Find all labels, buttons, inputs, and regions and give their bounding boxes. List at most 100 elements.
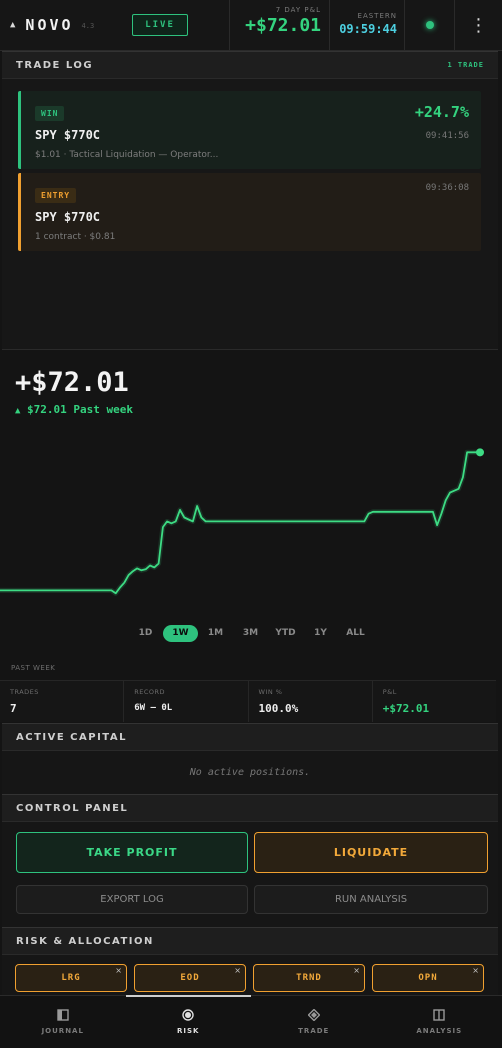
stats-row: TRADES 7 RECORD 6W — 0L WIN % 100.0% P&L… [0,680,496,722]
trade-log-title: TRADE LOG [16,59,94,71]
seven-day-pnl: 7 DAY P&L +$72.01 [230,0,330,50]
trade-count: 1 TRADE [447,61,484,69]
active-positions: No active positions. [2,751,498,794]
journal-icon [57,1009,69,1021]
connection-status [405,0,455,50]
nav-label: ANALYSIS [416,1027,463,1035]
live-badge[interactable]: LIVE [132,14,188,36]
trade-card-entry[interactable]: ENTRY SPY $770C 1 contract · $0.81 09:36… [18,173,481,251]
menu-button[interactable]: ⋮ [455,0,502,50]
nav-trade[interactable]: TRADE [251,996,377,1048]
close-icon[interactable]: × [353,966,361,975]
risk-chip-eod[interactable]: EOD × [134,964,246,992]
active-capital-title: ACTIVE CAPITAL [16,731,127,743]
stat-record: RECORD 6W — 0L [124,681,249,722]
brand-area: ▲ NOVO 4.3 LIVE [0,0,230,50]
trade-icon [307,1009,320,1021]
performance-change-text: $72.01 Past week [27,403,134,416]
range-1m[interactable]: 1M [198,625,233,642]
stat-value: 7 [10,702,17,715]
risk-chips: LRG × EOD × TRND × OPN × [2,955,498,995]
risk-header: RISK & ALLOCATION [2,927,498,955]
collapse-triangle-icon[interactable]: ▲ [10,20,15,30]
more-vertical-icon: ⋮ [469,14,488,36]
trade-card-win[interactable]: WIN SPY $770C $1.01 · Tactical Liquidati… [18,91,481,169]
trade-return: +24.7% [414,103,469,121]
trade-log-list: WIN SPY $770C $1.01 · Tactical Liquidati… [2,79,498,350]
bottom-nav: JOURNAL RISK TRADE ANALYSIS [0,995,502,1048]
trade-symbol: SPY $770C [35,210,101,224]
trade-detail: 1 contract · $0.81 [35,232,116,242]
range-3m[interactable]: 3M [233,625,268,642]
nav-journal[interactable]: JOURNAL [0,996,126,1048]
trade-time: 09:36:08 [425,183,469,193]
chip-label: TRND [296,973,322,983]
pnl-line-chart[interactable] [0,425,500,620]
trade-detail: $1.01 · Tactical Liquidation — Operator.… [35,150,219,160]
risk-chip-opn[interactable]: OPN × [372,964,484,992]
stat-win-rate: WIN % 100.0% [248,681,373,722]
take-profit-button[interactable]: TAKE PROFIT [16,832,248,873]
control-panel-title: CONTROL PANEL [16,802,129,814]
active-capital-header: ACTIVE CAPITAL [2,723,498,751]
trade-time: 09:41:56 [425,131,469,141]
control-panel-header: CONTROL PANEL [2,794,498,822]
eastern-clock: EASTERN 09:59:44 [330,0,405,50]
pnl-value: +$72.01 [245,15,321,36]
trade-log-header: TRADE LOG 1 TRADE [2,51,498,79]
close-icon[interactable]: × [115,966,123,975]
range-1d[interactable]: 1D [128,625,163,642]
stats-period: PAST WEEK [11,664,56,672]
range-ytd[interactable]: YTD [268,625,303,642]
range-all[interactable]: ALL [338,625,373,642]
run-analysis-button[interactable]: RUN ANALYSIS [254,885,488,914]
pnl-label: 7 DAY P&L [275,6,321,14]
control-panel: TAKE PROFIT LIQUIDATE EXPORT LOG RUN ANA… [2,822,498,928]
stat-label: P&L [382,688,397,696]
risk-chip-trnd[interactable]: TRND × [253,964,365,992]
risk-title: RISK & ALLOCATION [16,935,154,947]
stat-value: 100.0% [258,702,299,715]
export-log-button[interactable]: EXPORT LOG [16,885,248,914]
range-1y[interactable]: 1Y [303,625,338,642]
nav-risk[interactable]: RISK [125,995,252,1048]
nav-analysis[interactable]: ANALYSIS [377,996,502,1048]
series-glow [0,449,480,596]
stat-trades: TRADES 7 [0,681,125,722]
status-dot-icon [425,21,434,29]
trade-symbol: SPY $770C [35,128,101,142]
chip-label: EOD [180,973,200,983]
stat-value: 6W — 0L [134,703,173,713]
range-1w[interactable]: 1W [163,625,198,642]
nav-label: RISK [177,1027,200,1035]
chip-label: OPN [418,973,438,983]
app-version: 4.3 [81,22,95,30]
risk-chip-lrg[interactable]: LRG × [15,964,127,992]
stat-label: TRADES [10,688,39,696]
stat-label: RECORD [134,688,166,696]
analysis-icon [433,1009,445,1021]
close-icon[interactable]: × [234,966,242,975]
performance-value: +$72.01 [15,367,129,398]
close-icon[interactable]: × [472,966,480,975]
nav-label: TRADE [298,1027,330,1035]
chip-label: LRG [61,973,81,983]
stat-value: +$72.01 [382,702,430,715]
clock-value: 09:59:44 [339,22,397,36]
entry-badge: ENTRY [35,188,77,203]
risk-icon [182,1009,194,1021]
up-arrow-icon: ▲ [15,406,21,416]
app-header: ▲ NOVO 4.3 LIVE 7 DAY P&L +$72.01 EASTER… [0,0,502,51]
nav-label: JOURNAL [41,1027,84,1035]
performance-panel: +$72.01 ▲ $72.01 Past week 1D 1W 1M 3M YTD 1Y… [0,350,500,658]
win-badge: WIN [35,106,65,121]
stat-pnl: P&L +$72.01 [372,681,496,722]
app-name: NOVO [25,16,74,34]
series-end-point [476,448,484,457]
clock-label: EASTERN [357,12,397,20]
range-selector: 1D 1W 1M 3M YTD 1Y ALL [128,625,373,642]
empty-positions-text: No active positions. [189,767,311,778]
performance-change: ▲ $72.01 Past week [15,403,133,416]
stat-label: WIN % [258,688,283,696]
liquidate-button[interactable]: LIQUIDATE [254,832,488,873]
